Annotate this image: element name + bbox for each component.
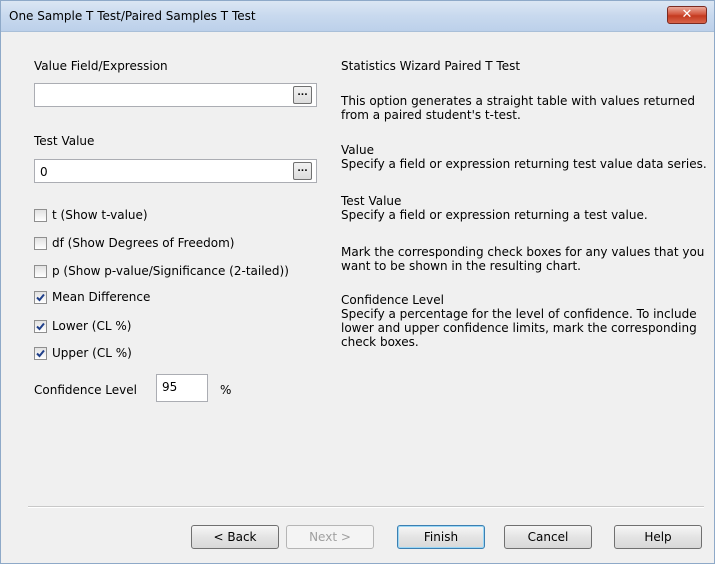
close-icon: ✕	[681, 7, 693, 22]
test-value-ellipsis-button[interactable]: ...	[293, 162, 312, 180]
test-value-text: 0	[40, 165, 48, 179]
help-confidence-text: Specify a percentage for the level of co…	[341, 307, 697, 349]
checkbox-df[interactable]	[34, 237, 47, 250]
checkmark-icon	[36, 349, 45, 358]
checkbox-label-upper[interactable]: Upper (CL %)	[52, 346, 132, 360]
help-confidence-title: Confidence Level	[341, 293, 444, 307]
help-test-value-text: Specify a field or expression returning …	[341, 208, 648, 222]
checkbox-label-t[interactable]: t (Show t-value)	[52, 208, 148, 222]
value-field-input[interactable]: ...	[34, 83, 317, 107]
help-heading: Statistics Wizard Paired T Test	[341, 59, 521, 73]
button-separator	[28, 506, 704, 508]
confidence-level-value: 95	[162, 380, 178, 394]
dialog-window: One Sample T Test/Paired Samples T Test …	[0, 0, 715, 564]
checkbox-upper[interactable]	[34, 347, 47, 360]
help-value-title: Value	[341, 143, 374, 157]
checkmark-icon	[36, 293, 45, 302]
checkbox-label-mean-difference[interactable]: Mean Difference	[52, 290, 150, 304]
title-bar[interactable]: One Sample T Test/Paired Samples T Test …	[1, 1, 714, 32]
checkbox-p[interactable]	[34, 265, 47, 278]
help-value-text: Specify a field or expression returning …	[341, 157, 707, 171]
finish-button[interactable]: Finish	[397, 525, 485, 549]
test-value-input[interactable]: 0 ...	[34, 159, 317, 183]
window-title: One Sample T Test/Paired Samples T Test	[9, 9, 256, 23]
help-test-value-title: Test Value	[341, 194, 402, 208]
confidence-level-input[interactable]: 95	[156, 374, 208, 402]
checkmark-icon	[36, 322, 45, 331]
test-value-label: Test Value	[34, 134, 95, 148]
value-field-label: Value Field/Expression	[34, 59, 168, 73]
help-checkbox-text: Mark the corresponding check boxes for a…	[341, 245, 705, 273]
checkbox-label-df[interactable]: df (Show Degrees of Freedom)	[52, 236, 234, 250]
cancel-button[interactable]: Cancel	[504, 525, 592, 549]
value-field-ellipsis-button[interactable]: ...	[293, 86, 312, 104]
next-button[interactable]: Next >	[286, 525, 374, 549]
help-intro: This option generates a straight table w…	[341, 94, 696, 122]
checkbox-mean-difference[interactable]	[34, 291, 47, 304]
checkbox-t[interactable]	[34, 209, 47, 222]
checkbox-label-lower[interactable]: Lower (CL %)	[52, 319, 131, 333]
checkbox-label-p[interactable]: p (Show p-value/Significance (2-tailed))	[52, 264, 289, 278]
back-button[interactable]: < Back	[191, 525, 279, 549]
checkbox-lower[interactable]	[34, 320, 47, 333]
close-button[interactable]: ✕	[667, 6, 707, 24]
help-button[interactable]: Help	[614, 525, 702, 549]
confidence-level-label: Confidence Level	[34, 383, 137, 397]
confidence-unit: %	[220, 383, 232, 397]
